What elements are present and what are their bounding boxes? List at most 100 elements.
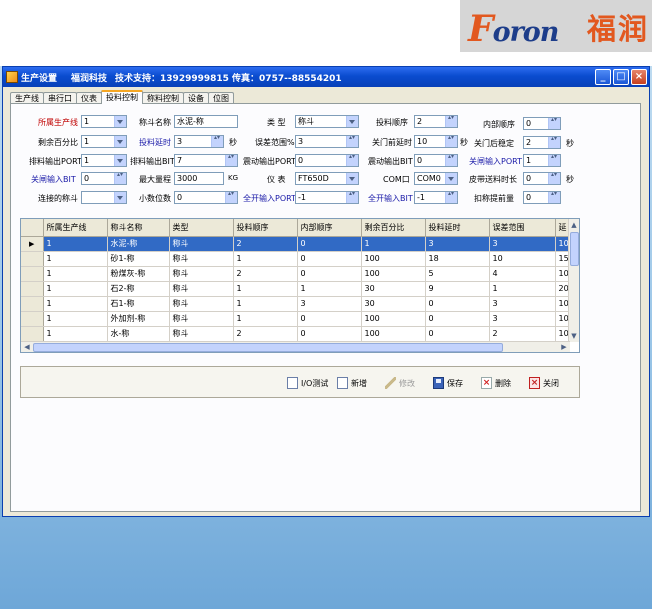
table-cell[interactable]: 5	[425, 266, 490, 282]
hopper-name-input[interactable]: 水泥-称	[174, 115, 238, 128]
table-cell[interactable]: 1	[43, 251, 108, 267]
table-cell[interactable]: 1	[233, 281, 298, 297]
close-window-button[interactable]: ×	[631, 69, 647, 85]
column-header[interactable]: 投料延时	[425, 219, 490, 237]
row-header[interactable]	[21, 296, 44, 312]
table-cell[interactable]: 称斗	[169, 251, 234, 267]
add-button[interactable]: 新增	[337, 375, 367, 391]
table-cell[interactable]: 100	[361, 326, 426, 342]
discharge-bit-input[interactable]: 7	[174, 154, 238, 167]
table-cell[interactable]: 0	[297, 266, 362, 282]
row-header[interactable]	[21, 266, 44, 282]
feed-order-input[interactable]: 2	[414, 115, 458, 128]
save-button[interactable]: 保存	[433, 375, 463, 391]
com-select[interactable]: COM0	[414, 172, 458, 185]
delete-button[interactable]: × 删除	[481, 375, 511, 391]
table-cell[interactable]: 水-称	[107, 326, 170, 342]
table-cell[interactable]: 30	[361, 281, 426, 297]
table-cell[interactable]: 称斗	[169, 281, 234, 297]
horizontal-scrollbar[interactable]: ◀ ▶	[21, 341, 570, 352]
close-button[interactable]: × 关闭	[529, 375, 559, 391]
scroll-up-icon[interactable]: ▲	[569, 220, 579, 230]
table-cell[interactable]: 1	[43, 311, 108, 327]
open-port-input[interactable]: -1	[295, 191, 359, 204]
linked-hopper-select[interactable]	[81, 191, 127, 204]
column-header[interactable]: 称斗名称	[107, 219, 170, 237]
column-header[interactable]: 误差范围	[489, 219, 556, 237]
feed-delay-input[interactable]: 3	[174, 135, 224, 148]
column-header[interactable]: 类型	[169, 219, 234, 237]
open-bit-input[interactable]: -1	[414, 191, 458, 204]
table-row[interactable]: 1 石2-称 称斗 1 1 30 9 1 20	[21, 281, 579, 297]
table-cell[interactable]: 2	[233, 266, 298, 282]
table-cell[interactable]: 2	[233, 326, 298, 342]
table-cell[interactable]: 1	[43, 236, 108, 252]
table-cell[interactable]: 1	[233, 296, 298, 312]
table-cell[interactable]: 粉煤灰-称	[107, 266, 170, 282]
table-cell[interactable]: 100	[361, 251, 426, 267]
table-cell[interactable]: 1	[43, 266, 108, 282]
table-cell[interactable]: 2	[489, 326, 556, 342]
table-cell[interactable]: 1	[233, 311, 298, 327]
table-cell[interactable]: 18	[425, 251, 490, 267]
row-header[interactable]	[21, 311, 44, 327]
table-cell[interactable]: 0	[297, 326, 362, 342]
table-cell[interactable]: 30	[361, 296, 426, 312]
horizontal-scroll-thumb[interactable]	[33, 343, 503, 352]
table-cell[interactable]: 1	[43, 296, 108, 312]
line-select[interactable]: 1	[81, 115, 127, 128]
table-cell[interactable]: 水泥-称	[107, 236, 170, 252]
column-header[interactable]: 内部顺序	[297, 219, 362, 237]
hopper-data-grid[interactable]: 所属生产线 称斗名称 类型 投料顺序 内部顺序 剩余百分比 投料延时 误差范围 …	[20, 218, 580, 353]
tab-feed-control[interactable]: 投料控制	[101, 90, 143, 104]
after-close-input[interactable]: 2	[523, 136, 561, 149]
column-header[interactable]: 剩余百分比	[361, 219, 426, 237]
table-row[interactable]: 1 砂1-称 称斗 1 0 100 18 10 15	[21, 251, 579, 267]
io-test-button[interactable]: I/O测试	[287, 375, 328, 391]
table-cell[interactable]: 2	[233, 236, 298, 252]
table-cell[interactable]: 0	[425, 326, 490, 342]
table-cell[interactable]: 称斗	[169, 326, 234, 342]
title-bar[interactable]: 生产设置 福润科技 技术支持：13929999815 传真：0757--8855…	[3, 67, 649, 87]
decimals-input[interactable]: 0	[174, 191, 238, 204]
meter-select[interactable]: FT650D	[295, 172, 359, 185]
table-cell[interactable]: 0	[297, 236, 362, 252]
inner-order-input[interactable]: 0	[523, 117, 561, 130]
table-cell[interactable]: 3	[297, 296, 362, 312]
table-cell[interactable]: 1	[43, 281, 108, 297]
column-header[interactable]: 所属生产线	[43, 219, 108, 237]
vibrate-bit-input[interactable]: 0	[414, 154, 458, 167]
vertical-scroll-thumb[interactable]	[570, 232, 579, 266]
close-port-input[interactable]: 1	[523, 154, 561, 167]
table-cell[interactable]: 1	[43, 326, 108, 342]
table-cell[interactable]: 100	[361, 311, 426, 327]
minimize-button[interactable]: _	[595, 69, 611, 85]
table-cell[interactable]: 0	[425, 311, 490, 327]
close-delay-input[interactable]: 10	[414, 135, 458, 148]
table-cell[interactable]: 10	[489, 251, 556, 267]
remain-pct-select[interactable]: 1	[81, 135, 127, 148]
table-cell[interactable]: 3	[489, 236, 556, 252]
table-cell[interactable]: 4	[489, 266, 556, 282]
table-cell[interactable]: 3	[425, 236, 490, 252]
deduct-input[interactable]: 0	[523, 191, 561, 204]
scroll-right-icon[interactable]: ▶	[559, 342, 569, 352]
row-header[interactable]	[21, 326, 44, 342]
max-range-input[interactable]: 3000	[174, 172, 224, 185]
discharge-port-select[interactable]: 1	[81, 154, 127, 167]
table-cell[interactable]: 1	[233, 251, 298, 267]
vibrate-port-input[interactable]: 0	[295, 154, 359, 167]
scroll-left-icon[interactable]: ◀	[22, 342, 32, 352]
table-cell[interactable]: 3	[489, 296, 556, 312]
edit-button[interactable]: 修改	[385, 375, 415, 391]
table-cell[interactable]: 称斗	[169, 296, 234, 312]
row-header[interactable]	[21, 251, 44, 267]
table-cell[interactable]: 外加剂-称	[107, 311, 170, 327]
table-cell[interactable]: 石1-称	[107, 296, 170, 312]
table-cell[interactable]: 砂1-称	[107, 251, 170, 267]
table-row[interactable]: 1 外加剂-称 称斗 1 0 100 0 3 10	[21, 311, 579, 327]
table-cell[interactable]: 3	[489, 311, 556, 327]
table-cell[interactable]: 1	[489, 281, 556, 297]
table-cell[interactable]: 称斗	[169, 311, 234, 327]
scroll-down-icon[interactable]: ▼	[569, 331, 579, 341]
